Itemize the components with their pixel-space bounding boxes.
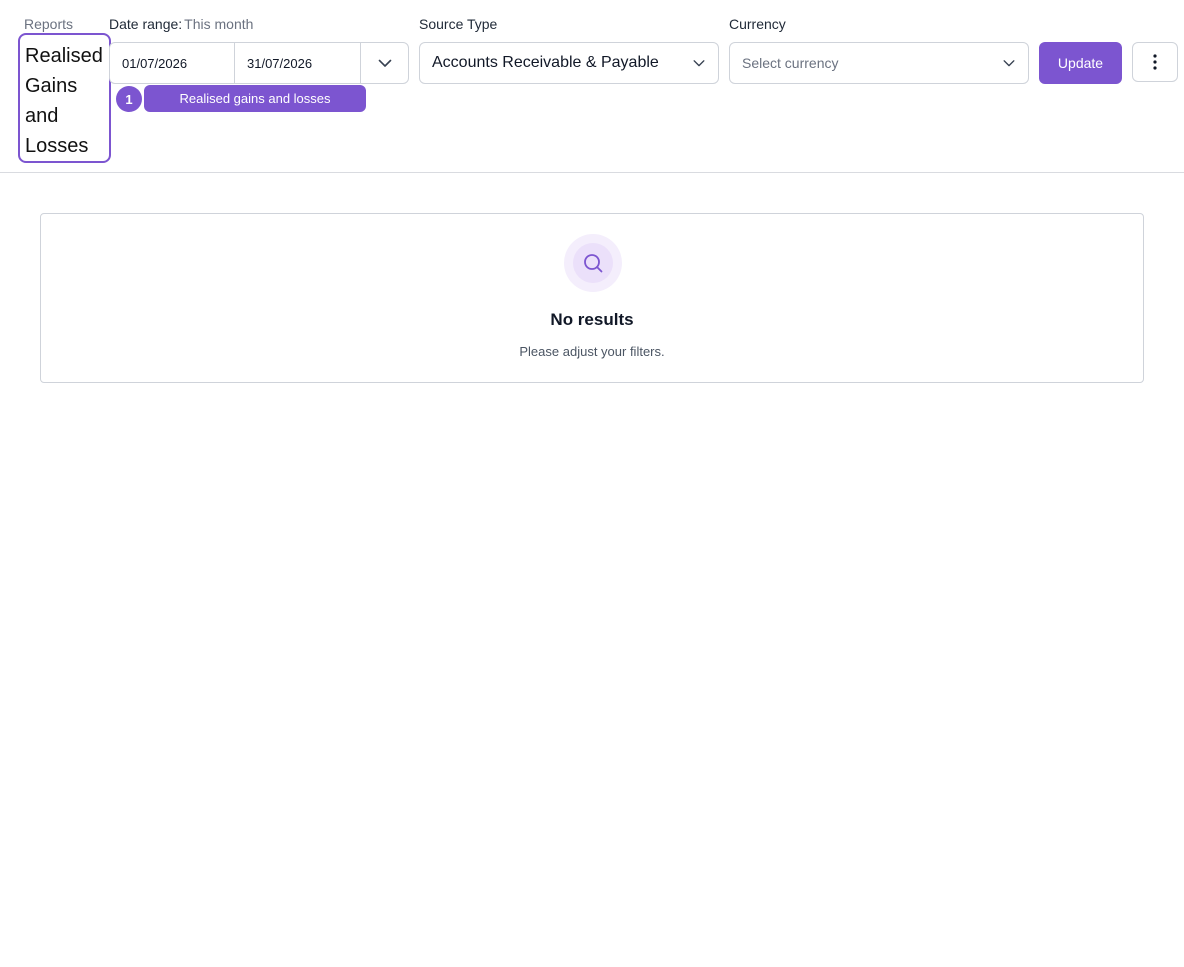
search-icon — [584, 254, 603, 273]
chevron-down-icon — [378, 59, 391, 67]
step-number-badge: 1 — [116, 86, 142, 112]
source-type-select[interactable]: Accounts Receivable & Payable — [419, 42, 719, 84]
empty-state-icon-inner — [573, 243, 613, 283]
step-label: Realised gains and losses — [144, 85, 366, 112]
page-title: Realised Gains and Losses — [18, 33, 111, 163]
start-date-input[interactable]: 01/07/2026 — [110, 43, 235, 83]
source-type-label: Source Type — [419, 16, 498, 32]
empty-state-title: No results — [550, 310, 634, 329]
date-range-preset: This month — [184, 16, 254, 32]
date-range-label-text: Date range: — [109, 16, 183, 32]
end-date-input[interactable]: 31/07/2026 — [235, 43, 361, 83]
date-range-dropdown-button[interactable] — [361, 43, 408, 83]
source-type-value: Accounts Receivable & Payable — [432, 54, 659, 71]
currency-placeholder: Select currency — [742, 55, 839, 71]
currency-label: Currency — [729, 16, 786, 32]
results-panel: No results Please adjust your filters. — [40, 213, 1144, 383]
update-button[interactable]: Update — [1039, 42, 1122, 84]
chevron-down-icon — [693, 60, 705, 67]
empty-state-message: Please adjust your filters. — [519, 344, 665, 359]
more-vertical-icon — [1153, 54, 1157, 70]
breadcrumb[interactable]: Reports — [24, 16, 73, 32]
currency-select[interactable]: Select currency — [729, 42, 1029, 84]
chevron-down-icon — [1003, 60, 1015, 67]
more-options-button[interactable] — [1132, 42, 1178, 82]
date-range-picker: 01/07/2026 31/07/2026 — [109, 42, 409, 84]
report-header: Reports Realised Gains and Losses Date r… — [0, 0, 1184, 173]
date-range-label: Date range: This month — [109, 16, 253, 32]
empty-state-icon — [564, 234, 622, 292]
